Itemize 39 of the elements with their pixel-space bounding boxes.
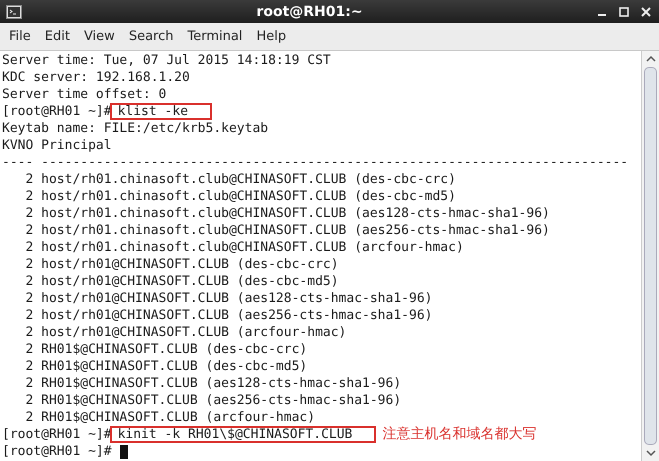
shell-prompt: [root@RH01 ~]# (2, 443, 112, 460)
close-icon[interactable] (641, 6, 651, 16)
annotation-note: 注意主机名和域名都大写 (382, 426, 536, 443)
output-line: 2 RH01$@CHINASOFT.CLUB (aes256-cts-hmac-sha1-96) (24, 392, 402, 409)
command-text: kinit -k RH01\$@CHINASOFT.CLUB (110, 426, 376, 443)
scrollbar[interactable] (641, 51, 659, 461)
output-line: 2 RH01$@CHINASOFT.CLUB (des-cbc-crc) (24, 341, 308, 358)
scroll-up-icon[interactable] (644, 55, 656, 63)
output-line: 2 host/rh01.chinasoft.club@CHINASOFT.CLUB (des-cbc-md5) (24, 188, 456, 205)
output-line: 2 RH01$@CHINASOFT.CLUB (des-cbc-md5) (24, 358, 308, 375)
window-title: root@RH01:~ (255, 4, 364, 20)
output-line: Server time offset: 0 (2, 86, 166, 103)
output-line: 2 host/rh01@CHINASOFT.CLUB (aes128-cts-hmac-sha1-96) (24, 290, 432, 307)
maximize-icon[interactable] (619, 6, 629, 16)
menu-item[interactable]: File (2, 27, 38, 46)
output-line: 2 host/rh01.chinasoft.club@CHINASOFT.CLUB (aes128-cts-hmac-sha1-96) (24, 205, 550, 222)
scroll-thumb[interactable] (644, 67, 657, 445)
menu-item[interactable]: Terminal (180, 27, 250, 46)
output-line: KVNO Principal (2, 137, 112, 154)
output-line: Keytab name: FILE:/etc/krb5.keytab (2, 120, 268, 137)
output-line: 2 host/rh01.chinasoft.club@CHINASOFT.CLUB (arcfour-hmac) (24, 239, 464, 256)
command-text: klist -ke (110, 103, 212, 120)
menu-item[interactable]: Edit (38, 27, 77, 46)
menu-item[interactable]: Search (122, 27, 180, 46)
output-line: 2 host/rh01@CHINASOFT.CLUB (aes256-cts-hmac-sha1-96) (24, 307, 432, 324)
output-line: KDC server: 192.168.1.20 (2, 69, 190, 86)
output-line: Server time: Tue, 07 Jul 2015 14:18:19 CST (2, 52, 331, 69)
terminal-icon (6, 4, 22, 18)
output-line: 2 RH01$@CHINASOFT.CLUB (arcfour-hmac) (24, 409, 316, 426)
menu-item[interactable]: Help (249, 27, 294, 46)
output-line: 2 host/rh01@CHINASOFT.CLUB (des-cbc-md5) (24, 273, 339, 290)
output-line: 2 host/rh01@CHINASOFT.CLUB (des-cbc-crc) (24, 256, 339, 273)
menu-item[interactable]: View (76, 27, 122, 46)
output-line: 2 host/rh01.chinasoft.club@CHINASOFT.CLUB (aes256-cts-hmac-sha1-96) (24, 222, 550, 239)
output-line: 2 RH01$@CHINASOFT.CLUB (aes128-cts-hmac-sha1-96) (24, 375, 402, 392)
output-line: 2 host/rh01@CHINASOFT.CLUB (arcfour-hmac) (24, 324, 346, 341)
scroll-down-icon[interactable] (644, 449, 656, 457)
output-line: ---- --------------------------------------------------------------------------- (2, 154, 628, 171)
output-line: 2 host/rh01.chinasoft.club@CHINASOFT.CLUB (des-cbc-crc) (24, 171, 456, 188)
